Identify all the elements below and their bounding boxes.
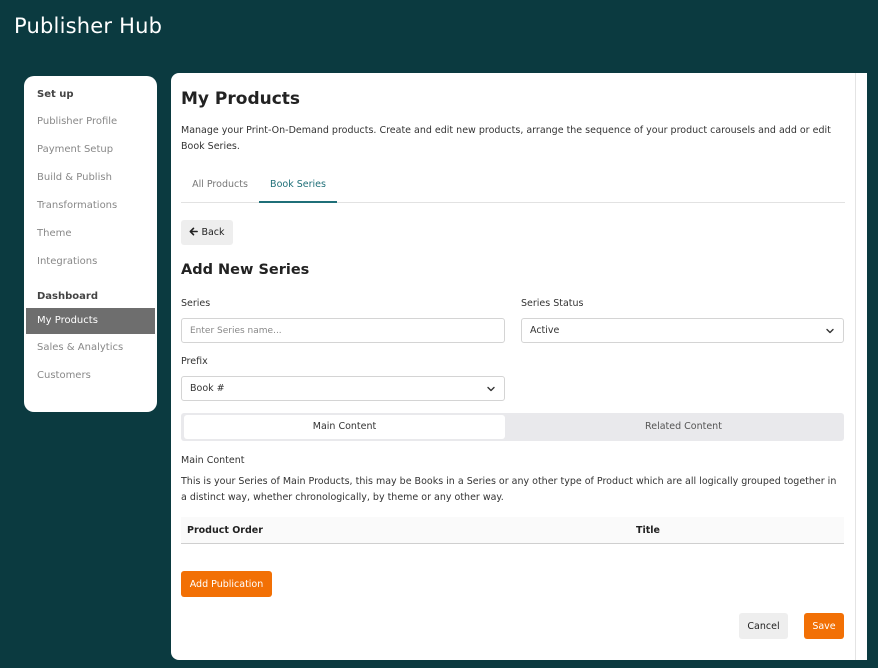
back-button[interactable]: Back xyxy=(181,220,233,245)
segment-main-content[interactable]: Main Content xyxy=(184,415,505,439)
series-status-value: Active xyxy=(530,325,560,336)
content-segmented-control: Main Content Related Content xyxy=(181,413,844,441)
chevron-down-icon xyxy=(486,384,496,394)
page-description: Manage your Print-On-Demand products. Cr… xyxy=(181,125,831,152)
sidebar-item-theme[interactable]: Theme xyxy=(24,220,157,248)
column-header-product-order[interactable]: Product Order xyxy=(187,517,263,544)
arrow-left-icon xyxy=(189,227,199,239)
sidebar: Set up Publisher Profile Payment Setup B… xyxy=(24,76,157,412)
scrollbar[interactable] xyxy=(855,73,867,660)
main-panel: My Products Manage your Print-On-Demand … xyxy=(171,73,855,660)
segment-related-content[interactable]: Related Content xyxy=(523,415,844,439)
sidebar-item-payment-setup[interactable]: Payment Setup xyxy=(24,136,157,164)
prefix-value: Book # xyxy=(190,383,225,394)
sidebar-item-my-products[interactable]: My Products xyxy=(26,308,155,334)
series-status-label: Series Status xyxy=(521,298,584,309)
sidebar-item-sales-analytics[interactable]: Sales & Analytics xyxy=(24,334,157,362)
series-label: Series xyxy=(181,298,211,309)
column-header-title[interactable]: Title xyxy=(636,517,660,544)
app-title: Publisher Hub xyxy=(14,14,163,38)
sidebar-item-customers[interactable]: Customers xyxy=(24,362,157,390)
section-title: Add New Series xyxy=(181,262,310,278)
sidebar-heading-dashboard: Dashboard xyxy=(37,291,98,302)
main-content-description: This is your Series of Main Products, th… xyxy=(181,476,837,503)
sidebar-item-integrations[interactable]: Integrations xyxy=(24,248,157,276)
products-table-header: Product Order Title xyxy=(181,517,844,544)
sidebar-heading-setup: Set up xyxy=(37,89,74,100)
sidebar-item-publisher-profile[interactable]: Publisher Profile xyxy=(24,108,157,136)
chevron-down-icon xyxy=(825,326,835,336)
save-button[interactable]: Save xyxy=(804,613,844,639)
page-title: My Products xyxy=(181,89,301,109)
prefix-select[interactable]: Book # xyxy=(181,376,505,401)
tab-all-products[interactable]: All Products xyxy=(181,171,259,203)
prefix-label: Prefix xyxy=(181,356,208,367)
sidebar-item-build-publish[interactable]: Build & Publish xyxy=(24,164,157,192)
back-button-label: Back xyxy=(201,227,225,238)
cancel-button[interactable]: Cancel xyxy=(739,613,788,639)
main-content-title: Main Content xyxy=(181,455,245,466)
sidebar-item-transformations[interactable]: Transformations xyxy=(24,192,157,220)
series-input[interactable] xyxy=(181,318,505,343)
tab-bar: All Products Book Series xyxy=(181,171,845,203)
series-status-select[interactable]: Active xyxy=(521,318,844,343)
add-publication-button[interactable]: Add Publication xyxy=(181,571,272,597)
tab-book-series[interactable]: Book Series xyxy=(259,171,337,203)
